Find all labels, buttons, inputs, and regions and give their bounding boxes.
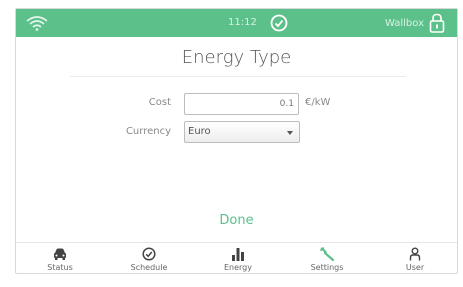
page-title: Energy Type — [181, 47, 292, 68]
done-button[interactable]: Done — [16, 213, 457, 228]
bottom-tab-bar: Status Schedule Energy Settings User — [16, 242, 457, 274]
currency-selected-value: Euro — [188, 126, 211, 137]
tab-energy[interactable]: Energy — [198, 243, 278, 274]
cost-input[interactable]: 0.1 — [184, 93, 299, 115]
cost-label: Cost — [148, 97, 171, 108]
clock-icon — [142, 247, 156, 261]
tab-energy-label: Energy — [223, 263, 252, 272]
wrench-icon — [320, 247, 334, 261]
currency-label: Currency — [125, 126, 171, 137]
lock-icon[interactable] — [429, 13, 445, 33]
tab-user[interactable]: User — [375, 243, 455, 274]
app-frame: 11:12 Wallbox Energy Type Cost 0.1 €/kW … — [15, 8, 458, 274]
tab-status[interactable]: Status — [20, 243, 100, 274]
bar-chart-icon — [232, 248, 244, 261]
clock-icon[interactable] — [270, 14, 288, 32]
tab-status-label: Status — [47, 263, 73, 272]
title-divider — [70, 76, 406, 77]
device-name: Wallbox — [385, 18, 425, 29]
chevron-down-icon — [287, 131, 293, 135]
user-icon — [409, 247, 421, 261]
wifi-icon — [26, 16, 48, 31]
tab-settings-label: Settings — [310, 263, 344, 272]
time-display: 11:12 — [228, 17, 257, 28]
tab-settings[interactable]: Settings — [287, 243, 367, 274]
tab-schedule[interactable]: Schedule — [109, 243, 189, 274]
cost-unit: €/kW — [305, 97, 331, 108]
tab-user-label: User — [405, 263, 425, 272]
car-icon — [54, 248, 66, 260]
top-status-bar: 11:12 Wallbox — [16, 9, 457, 37]
tab-schedule-label: Schedule — [130, 263, 168, 272]
currency-select[interactable]: Euro — [184, 121, 300, 143]
